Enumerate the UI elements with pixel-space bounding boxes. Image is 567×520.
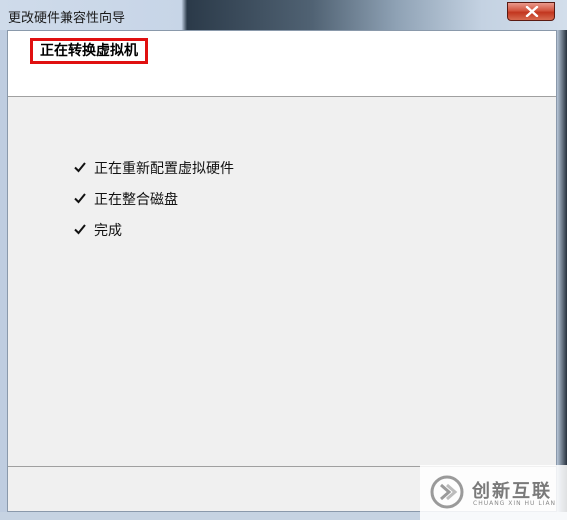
page-title: 正在转换虚拟机 [30,38,148,64]
checkmark-icon [74,162,86,173]
watermark: 创新互联 CHUANG XIN HU LIAN [420,465,567,520]
close-icon [525,6,539,17]
step-label: 完成 [94,223,122,239]
checkmark-icon [74,193,86,204]
checkmark-icon [74,224,86,235]
step-label: 正在重新配置虚拟硬件 [94,161,234,177]
wizard-window: 更改硬件兼容性向导 正在转换虚拟机 正在重新配置虚拟硬件 正在整合磁盘 完成 创… [0,0,567,520]
close-button[interactable] [507,2,555,21]
header-panel: 正在转换虚拟机 [8,31,556,97]
window-title: 更改硬件兼容性向导 [8,11,126,26]
window-border [557,30,567,520]
title-bar[interactable]: 更改硬件兼容性向导 [0,0,567,30]
step-label: 正在整合磁盘 [94,192,178,208]
watermark-subtext: CHUANG XIN HU LIAN [473,500,557,507]
wizard-content: 正在转换虚拟机 正在重新配置虚拟硬件 正在整合磁盘 完成 [7,30,557,512]
watermark-logo-icon [430,475,464,509]
